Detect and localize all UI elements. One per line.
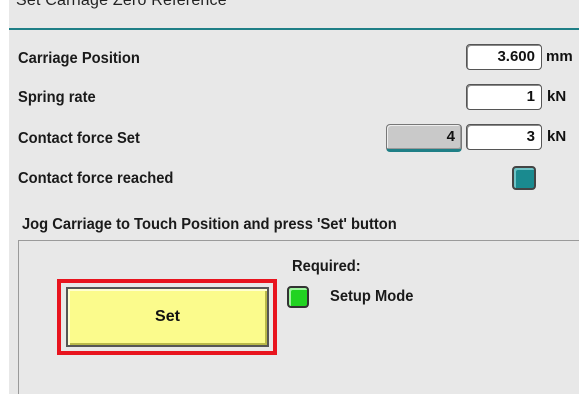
jog-instruction: Jog Carriage to Touch Position and press… [22, 216, 397, 233]
carriage-position-unit: mm [546, 48, 573, 65]
spring-rate-unit: kN [547, 88, 567, 105]
window-title: Set Carriage Zero Reference [16, 0, 227, 9]
contact-force-reached-indicator [512, 166, 536, 190]
contact-force-actual-field: 4 [386, 124, 462, 152]
required-heading: Required: [292, 258, 361, 275]
setup-mode-label: Setup Mode [330, 288, 414, 305]
setup-mode-status-led [287, 286, 309, 308]
contact-force-set-field[interactable]: 3 [466, 124, 542, 150]
spring-rate-field[interactable]: 1 [466, 84, 542, 110]
contact-force-set-label: Contact force Set [18, 130, 140, 147]
carriage-position-field[interactable]: 3.600 [466, 44, 542, 70]
set-button-highlight [57, 279, 277, 355]
contact-force-set-unit: kN [547, 128, 567, 145]
spring-rate-label: Spring rate [18, 89, 96, 106]
title-bar: Set Carriage Zero Reference [9, 0, 579, 30]
dialog-root: Set Carriage Zero Reference Carriage Pos… [0, 0, 579, 394]
contact-force-reached-label: Contact force reached [18, 170, 174, 187]
carriage-position-label: Carriage Position [18, 50, 140, 67]
